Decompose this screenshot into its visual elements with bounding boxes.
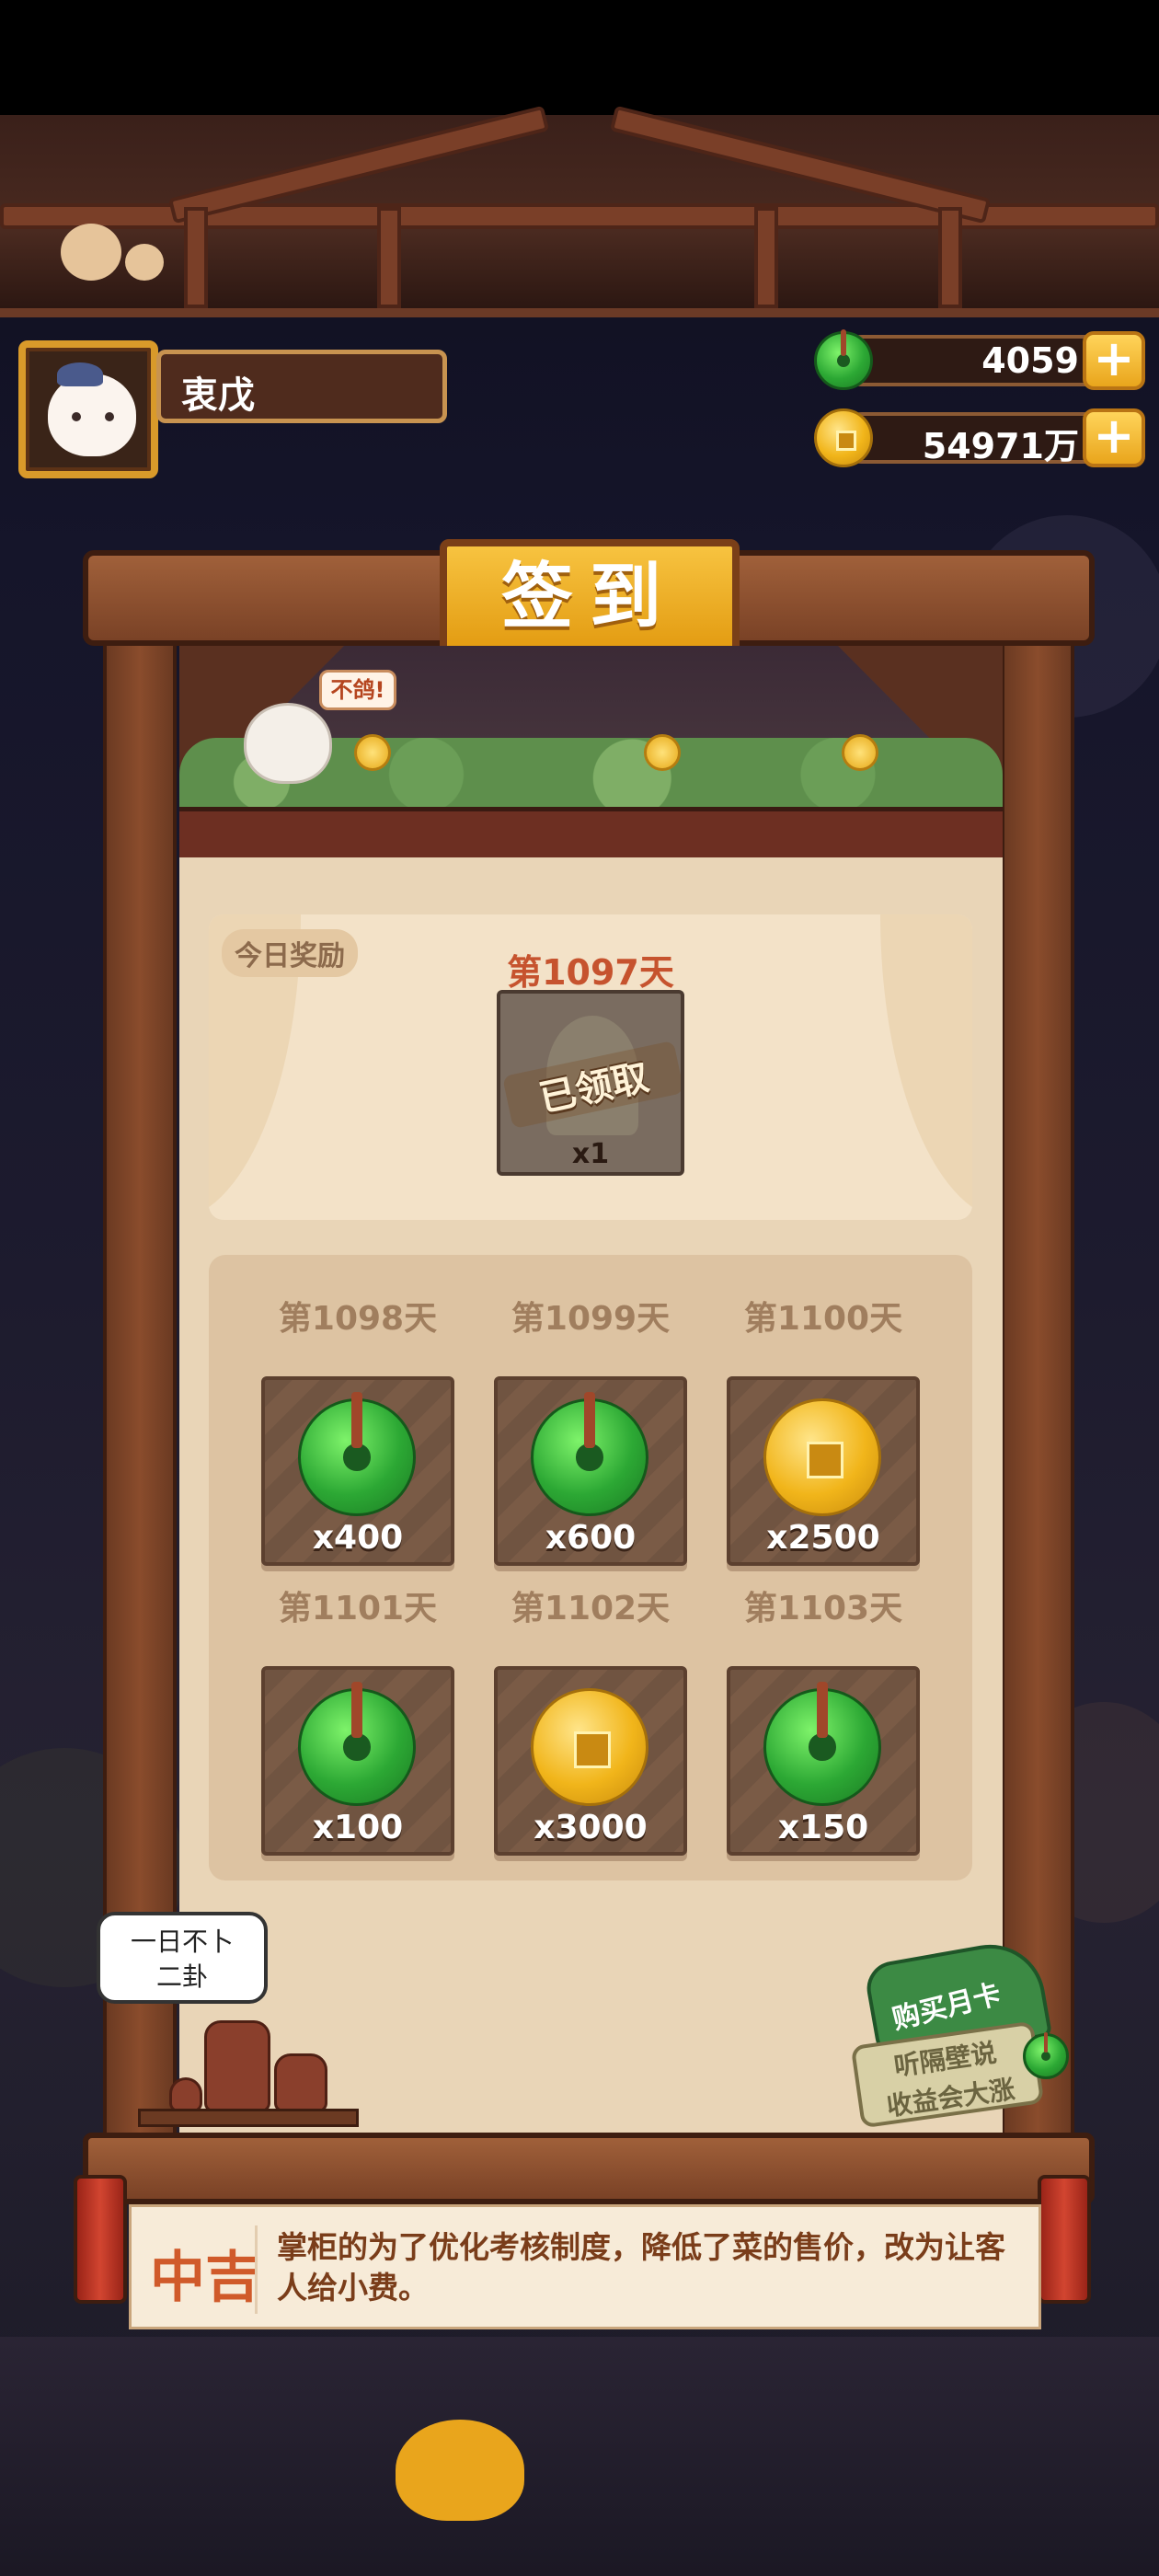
avatar[interactable]: [18, 340, 158, 478]
fortune-bubble-line1: 一日不卜: [130, 1926, 234, 1957]
hedge-decoration: 不鸽!: [179, 646, 1003, 857]
coin-currency: 54971万 +: [814, 408, 1145, 467]
avatar-hat: [57, 362, 103, 386]
reward-day-label: 第1102天: [511, 1590, 671, 1627]
fortune-bubble-line2: 二卦: [155, 1961, 208, 1992]
scroll-rod-right: [1038, 2175, 1091, 2304]
board-post-right: [1001, 589, 1074, 2162]
today-reward-qty: x1: [571, 1138, 610, 1170]
reward-day-label: 第1101天: [278, 1590, 438, 1627]
reward-day-label: 第1103天: [743, 1590, 903, 1627]
gold-flower-icon: [644, 734, 681, 771]
fortune-message: 掌柜的为了优化考核制度，降低了菜的售价，改为让客人给小费。: [277, 2229, 1005, 2306]
game-scene: 衷戊 4059 + 54971万 + 签到 不鸽! 今日奖励 第1097天 已领…: [0, 0, 1159, 2576]
reward-box: x600: [494, 1376, 687, 1566]
jade-icon: [298, 1682, 416, 1806]
coin-icon: [531, 1688, 648, 1806]
today-day-label: 第1097天: [507, 952, 674, 993]
add-jade-button[interactable]: +: [1083, 331, 1145, 390]
player-name: 衷戊: [181, 374, 255, 417]
avatar-eye-left: [72, 412, 81, 421]
reward-box: x150: [727, 1666, 920, 1856]
fortune-scroll: 中吉 掌柜的为了优化考核制度，降低了菜的售价，改为让客人给小费。: [129, 2204, 1041, 2329]
jar-icon[interactable]: [204, 2020, 270, 2112]
reward-amount: x2500: [766, 1519, 880, 1557]
fortune-speech-bubble[interactable]: 一日不卜 二卦: [97, 1912, 268, 2004]
gold-flower-icon: [354, 734, 391, 771]
jar-icon: [169, 2077, 202, 2112]
checkin-title-plaque: 签到: [440, 539, 740, 655]
reward-box: x2500: [727, 1376, 920, 1566]
add-coin-button[interactable]: +: [1083, 408, 1145, 467]
jade-icon: [531, 1392, 648, 1516]
reward-day-label: 第1100天: [743, 1300, 903, 1338]
reward-box: x3000: [494, 1666, 687, 1856]
reward-amount: x150: [777, 1809, 869, 1846]
bird-mascot: [244, 703, 332, 784]
reward-amount: x100: [312, 1809, 404, 1846]
upcoming-rewards-grid: 第1098天 x400 第1099天 x600 第1100天 x2500 第11…: [209, 1255, 972, 1880]
coin-amount: 54971万: [922, 426, 1079, 466]
reward-amount: x3000: [534, 1809, 648, 1846]
fortune-divider: [255, 2225, 258, 2314]
jade-icon: [1023, 2032, 1069, 2079]
jade-amount: 4059: [981, 340, 1079, 381]
jade-currency: 4059 +: [814, 329, 1145, 390]
panel-title: 签到: [500, 556, 678, 638]
jade-icon: [814, 329, 873, 390]
jade-icon: [763, 1682, 881, 1806]
jar-icon: [274, 2053, 327, 2112]
status-bar-area: [0, 0, 1159, 115]
coin-icon: [763, 1398, 881, 1516]
coin-icon: [814, 408, 873, 467]
gold-flower-icon: [842, 734, 878, 771]
bird-speech-bubble: 不鸽!: [319, 670, 396, 710]
reward-amount: x400: [312, 1519, 404, 1557]
jade-icon: [298, 1392, 416, 1516]
reward-box: x400: [261, 1376, 454, 1566]
today-reward-card: 今日奖励 第1097天 已领取 x1: [209, 914, 972, 1220]
reward-day-label: 第1098天: [278, 1300, 438, 1338]
monthly-card-sign[interactable]: 购买月卡 听隔壁说 收益会大涨: [850, 1932, 1085, 2144]
reward-amount: x600: [545, 1519, 637, 1557]
avatar-eye-right: [105, 412, 114, 421]
today-reward-item[interactable]: 已领取 x1: [497, 990, 684, 1176]
reward-day-label: 第1099天: [511, 1300, 671, 1338]
shelf: [138, 2109, 359, 2127]
reward-box: x100: [261, 1666, 454, 1856]
hedge-base: [179, 807, 1003, 857]
scroll-rod-left: [74, 2175, 127, 2304]
duck-mascot: [396, 2420, 524, 2521]
roof-rafters: [0, 105, 1159, 317]
tavern-floor: [0, 2337, 1159, 2576]
board-bottom-beam: [83, 2133, 1095, 2204]
fortune-grade: 中吉: [150, 2246, 260, 2310]
player-name-plate: 衷戊: [156, 350, 447, 423]
